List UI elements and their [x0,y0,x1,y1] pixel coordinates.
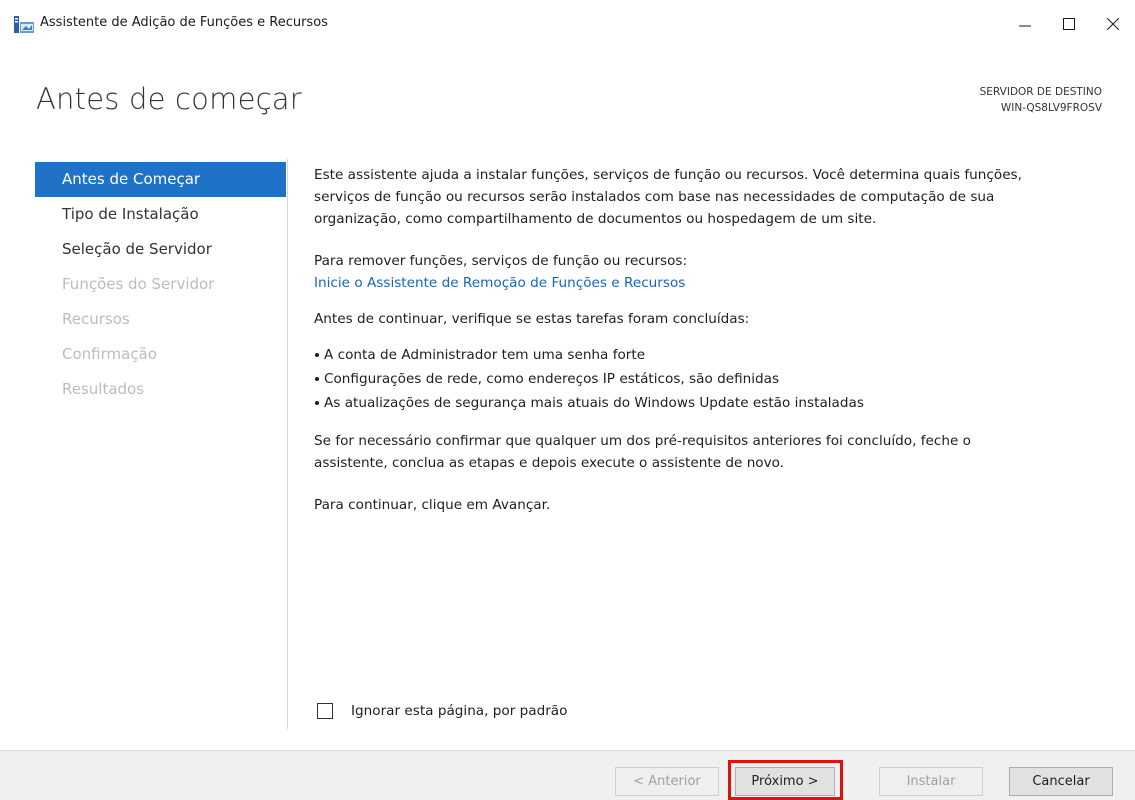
skip-page-label[interactable]: Ignorar esta página, por padrão [351,703,567,719]
nav-item-funcoes-do-servidor: Funções do Servidor [62,275,215,293]
intro-line: Este assistente ajuda a instalar funções… [314,167,1022,183]
remove-text: Para remover funções, serviços de função… [314,253,688,269]
nav-item-tipo-de-instalacao[interactable]: Tipo de Instalação [35,197,286,232]
maximize-icon [1063,18,1075,30]
intro-line: organização, como compartilhamento de do… [314,211,877,227]
page-title: Antes de começar [36,82,302,116]
install-button: Instalar [879,767,983,796]
title-bar: Assistente de Adição de Funções e Recurs… [0,0,1135,46]
continue-text: Para continuar, clique em Avançar. [314,497,551,513]
close-button[interactable] [1091,8,1135,40]
wizard-step-nav: Antes de Começar Tipo de Instalação Sele… [35,162,286,407]
nav-item-resultados: Resultados [62,380,145,398]
content-pane: Este assistente ajuda a instalar funções… [314,164,1114,516]
checklist-item: A conta de Administrador tem uma senha f… [314,344,1114,366]
nav-item-confirmacao: Confirmação [62,345,157,363]
checklist-item: As atualizações de segurança mais atuais… [314,392,1114,414]
server-manager-wizard-icon [14,16,34,33]
minimize-button[interactable] [1003,8,1047,40]
nav-item-antes-de-comecar[interactable]: Antes de Começar [35,162,286,197]
destination-server-label: SERVIDOR DE DESTINO [979,86,1102,98]
next-button[interactable]: Próximo > [735,767,835,796]
checklist-item: Configurações de rede, como endereços IP… [314,368,1114,390]
nav-item-recursos: Recursos [62,310,130,328]
skip-page-option[interactable]: Ignorar esta página, por padrão [317,703,567,719]
maximize-button[interactable] [1047,8,1091,40]
destination-server-name: WIN-QS8LV9FROSV [1000,102,1102,114]
window-title: Assistente de Adição de Funções e Recurs… [40,15,328,30]
checklist: A conta de Administrador tem uma senha f… [314,344,1114,414]
cancel-button[interactable]: Cancelar [1009,767,1113,796]
checklist-intro: Antes de continuar, verifique se estas t… [314,311,750,327]
skip-page-checkbox[interactable] [317,703,333,719]
previous-button: < Anterior [615,767,719,796]
prereq-line: Se for necessário confirmar que qualquer… [314,433,971,449]
close-icon [1107,18,1119,30]
nav-item-selecao-de-servidor[interactable]: Seleção de Servidor [35,232,286,267]
remove-wizard-link[interactable]: Inicie o Assistente de Remoção de Funçõe… [314,275,685,291]
nav-separator [287,159,288,729]
prereq-line: assistente, conclua as etapas e depois e… [314,455,785,471]
minimize-icon [1019,25,1031,27]
wizard-window: Assistente de Adição de Funções e Recurs… [0,0,1135,800]
intro-line: serviços de função ou recursos serão ins… [314,189,995,205]
